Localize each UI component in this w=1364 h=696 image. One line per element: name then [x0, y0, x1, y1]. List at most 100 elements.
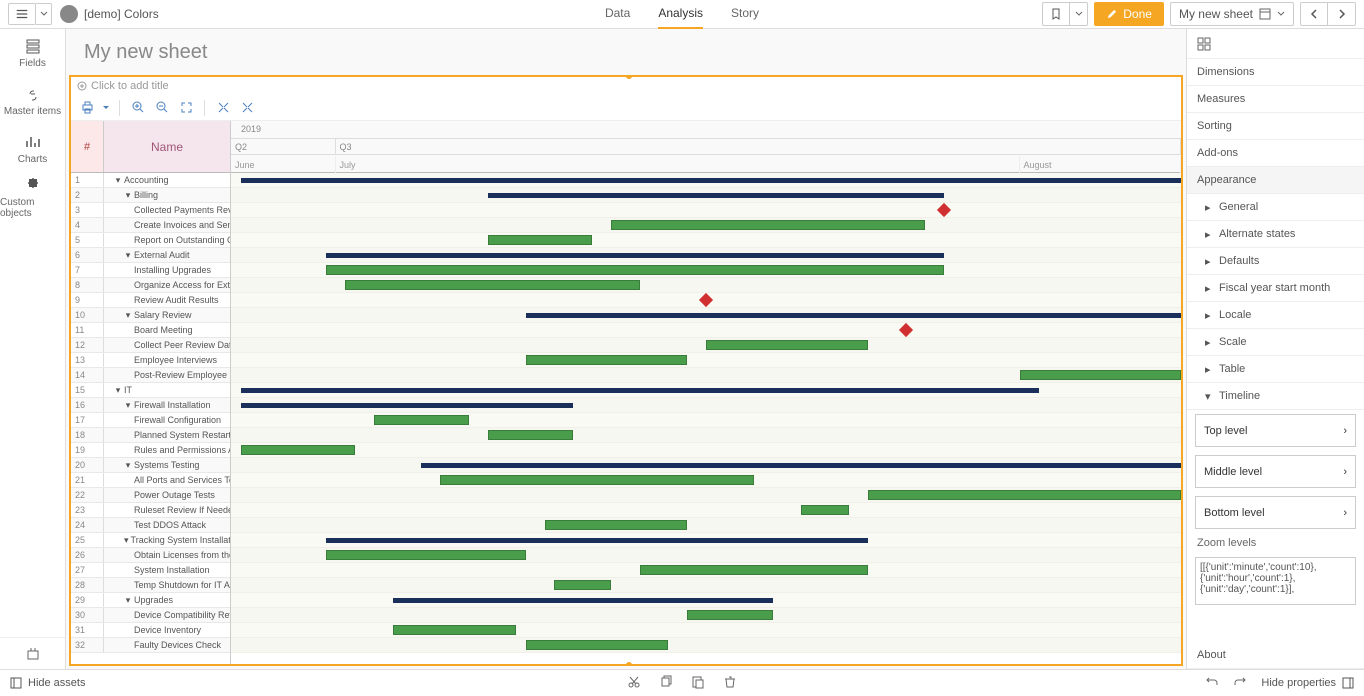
zoom-in-button[interactable]: [128, 99, 148, 117]
subitem-middle-level[interactable]: Middle level›: [1195, 455, 1356, 488]
menu-button[interactable]: [8, 3, 36, 25]
undo-button[interactable]: [1205, 675, 1219, 692]
task-bar[interactable]: [687, 610, 773, 620]
gantt-row[interactable]: 27System Installation: [71, 563, 230, 578]
bookmark-button[interactable]: [1042, 2, 1070, 26]
tree-caret-icon[interactable]: ▾: [114, 386, 122, 394]
group-bar[interactable]: [421, 463, 1181, 468]
assets-collapse[interactable]: [0, 637, 65, 669]
next-sheet-button[interactable]: [1328, 2, 1356, 26]
cut-button[interactable]: [627, 675, 641, 692]
gantt-row[interactable]: 28Temp Shutdown for IT Aud: [71, 578, 230, 593]
gantt-row[interactable]: 11Board Meeting: [71, 323, 230, 338]
task-bar[interactable]: [706, 340, 868, 350]
item-table[interactable]: ▸Table: [1187, 356, 1364, 383]
gantt-row[interactable]: 16▾Firewall Installation: [71, 398, 230, 413]
task-bar[interactable]: [326, 550, 526, 560]
tree-caret-icon[interactable]: ▾: [124, 536, 129, 544]
task-bar[interactable]: [488, 430, 574, 440]
gantt-row[interactable]: 12Collect Peer Review Data: [71, 338, 230, 353]
subitem-bottom-level[interactable]: Bottom level›: [1195, 496, 1356, 529]
milestone-marker[interactable]: [699, 293, 713, 307]
hide-properties-button[interactable]: Hide properties: [1261, 677, 1354, 689]
prev-sheet-button[interactable]: [1300, 2, 1328, 26]
zoom-out-button[interactable]: [152, 99, 172, 117]
task-bar[interactable]: [1020, 370, 1182, 380]
fit-button[interactable]: [176, 99, 196, 117]
gantt-row[interactable]: 21All Ports and Services Test: [71, 473, 230, 488]
chart-title-add[interactable]: Click to add title: [71, 77, 1181, 95]
task-bar[interactable]: [801, 505, 849, 515]
task-bar[interactable]: [554, 580, 611, 590]
sheet-title[interactable]: My new sheet: [66, 29, 1186, 72]
task-bar[interactable]: [545, 520, 688, 530]
tree-caret-icon[interactable]: ▾: [124, 191, 132, 199]
section-addons[interactable]: Add-ons: [1187, 140, 1364, 167]
section-about[interactable]: About: [1187, 642, 1364, 669]
copy-button[interactable]: [659, 675, 673, 692]
group-bar[interactable]: [526, 313, 1182, 318]
tab-analysis[interactable]: Analysis: [658, 0, 703, 29]
task-bar[interactable]: [611, 220, 925, 230]
gantt-row[interactable]: 20▾Systems Testing: [71, 458, 230, 473]
gantt-row[interactable]: 17Firewall Configuration: [71, 413, 230, 428]
task-bar[interactable]: [526, 355, 688, 365]
tree-caret-icon[interactable]: ▾: [124, 461, 132, 469]
gantt-row[interactable]: 23Ruleset Review If Needed: [71, 503, 230, 518]
gantt-row[interactable]: 26Obtain Licenses from the V: [71, 548, 230, 563]
zoom-levels-input[interactable]: [1195, 557, 1356, 605]
delete-button[interactable]: [723, 675, 737, 692]
paste-button[interactable]: [691, 675, 705, 692]
tab-story[interactable]: Story: [731, 0, 759, 29]
tree-caret-icon[interactable]: ▾: [124, 251, 132, 259]
gantt-row[interactable]: 6▾External Audit: [71, 248, 230, 263]
milestone-marker[interactable]: [898, 323, 912, 337]
item-general[interactable]: ▸General: [1187, 194, 1364, 221]
collapse-button[interactable]: [237, 99, 257, 117]
gantt-row[interactable]: 30Device Compatibility Revie: [71, 608, 230, 623]
task-bar[interactable]: [326, 265, 944, 275]
left-tab-custom[interactable]: Custom objects: [0, 173, 65, 221]
section-sorting[interactable]: Sorting: [1187, 113, 1364, 140]
col-name-header[interactable]: Name: [104, 121, 230, 172]
section-dimensions[interactable]: Dimensions: [1187, 59, 1364, 86]
print-dropdown[interactable]: [101, 105, 111, 111]
task-bar[interactable]: [374, 415, 469, 425]
task-bar[interactable]: [345, 280, 640, 290]
group-bar[interactable]: [241, 403, 574, 408]
group-bar[interactable]: [326, 538, 868, 543]
task-bar[interactable]: [868, 490, 1182, 500]
tree-caret-icon[interactable]: ▾: [124, 401, 132, 409]
print-button[interactable]: [77, 99, 97, 117]
gantt-row[interactable]: 14Post-Review Employee Inte: [71, 368, 230, 383]
item-scale[interactable]: ▸Scale: [1187, 329, 1364, 356]
gantt-row[interactable]: 4Create Invoices and Send Bi: [71, 218, 230, 233]
item-fiscal-year[interactable]: ▸Fiscal year start month: [1187, 275, 1364, 302]
gantt-row[interactable]: 22Power Outage Tests: [71, 488, 230, 503]
tree-caret-icon[interactable]: ▾: [124, 596, 132, 604]
gantt-chart-container[interactable]: Click to add title # Name: [69, 75, 1183, 666]
gantt-row[interactable]: 1▾Accounting: [71, 173, 230, 188]
group-bar[interactable]: [393, 598, 773, 603]
section-appearance[interactable]: Appearance: [1187, 167, 1364, 194]
gantt-row[interactable]: 31Device Inventory: [71, 623, 230, 638]
tree-caret-icon[interactable]: ▾: [114, 176, 122, 184]
section-measures[interactable]: Measures: [1187, 86, 1364, 113]
gantt-row[interactable]: 29▾Upgrades: [71, 593, 230, 608]
done-button[interactable]: Done: [1094, 2, 1164, 26]
gantt-row[interactable]: 9Review Audit Results: [71, 293, 230, 308]
gantt-row[interactable]: 3Collected Payments Review: [71, 203, 230, 218]
menu-dropdown[interactable]: [36, 3, 52, 25]
left-tab-master-items[interactable]: Master items: [0, 77, 65, 125]
tree-caret-icon[interactable]: ▾: [124, 311, 132, 319]
redo-button[interactable]: [1233, 675, 1247, 692]
group-bar[interactable]: [241, 388, 1039, 393]
group-bar[interactable]: [488, 193, 944, 198]
gantt-row[interactable]: 25▾Tracking System Installation: [71, 533, 230, 548]
gantt-row[interactable]: 10▾Salary Review: [71, 308, 230, 323]
bookmark-dropdown[interactable]: [1070, 2, 1088, 26]
gantt-row[interactable]: 8Organize Access for Extern: [71, 278, 230, 293]
expand-button[interactable]: [213, 99, 233, 117]
task-bar[interactable]: [440, 475, 754, 485]
group-bar[interactable]: [326, 253, 944, 258]
